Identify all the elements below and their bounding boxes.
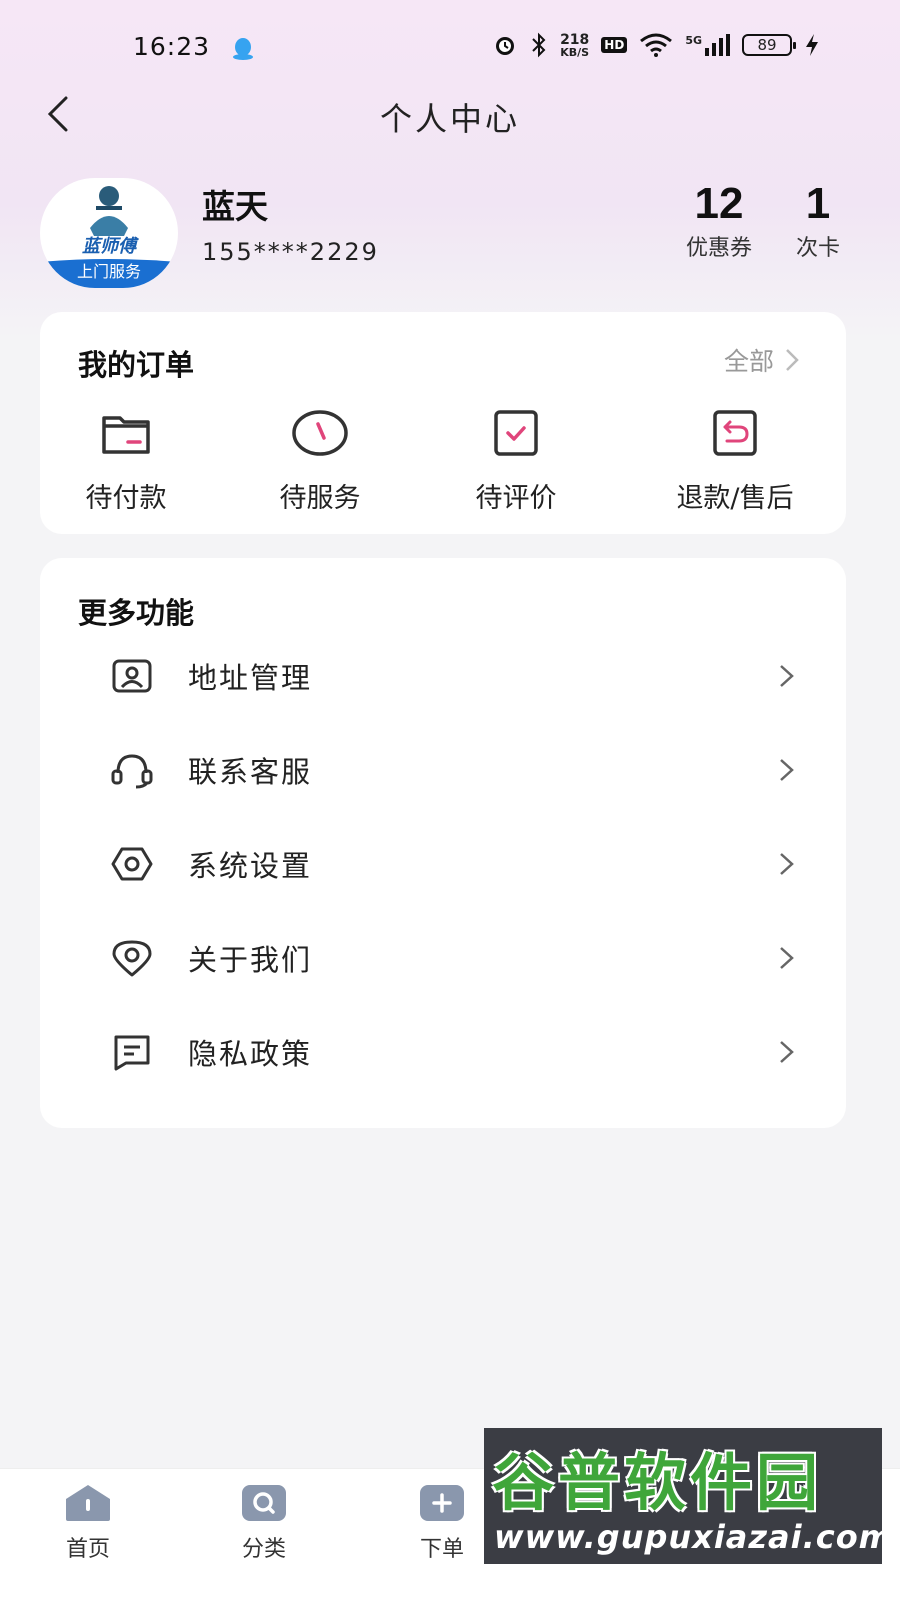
- wifi-icon: [640, 33, 673, 57]
- avatar-brand-text: 蓝师傅: [82, 236, 136, 257]
- menu-item-about-us-label: 关于我们: [188, 943, 313, 977]
- tab-place-order[interactable]: 下单: [392, 1483, 492, 1563]
- status-time: 16:23: [133, 32, 211, 61]
- page-title: 个人中心: [379, 100, 520, 138]
- more-functions-card: 更多功能 地址管理 联系客服 系统设置 关于我们 隐私政策: [40, 558, 846, 1128]
- clock-icon: [292, 410, 348, 456]
- order-pending-review[interactable]: 待评价: [466, 408, 566, 515]
- chevron-right-icon: [780, 665, 794, 687]
- signal-icon: [705, 34, 730, 56]
- my-orders-card: 我的订单 全部 待付款 待服务 待评价 退款/售后: [40, 312, 846, 534]
- hd-badge: HD: [601, 37, 628, 53]
- coupon-stat[interactable]: 12 优惠券: [676, 180, 762, 262]
- my-orders-title: 我的订单: [78, 348, 195, 382]
- see-all-orders-link[interactable]: 全部: [724, 342, 800, 378]
- avatar[interactable]: 蓝师傅 上门服务: [40, 178, 178, 288]
- punch-card-label: 次卡: [795, 236, 840, 261]
- chevron-right-icon: [786, 349, 799, 371]
- user-phone: 155****2229: [202, 238, 379, 266]
- watermark-logo-text: 谷普软件园: [492, 1446, 823, 1519]
- document-icon: [114, 1035, 150, 1071]
- status-bar: 16:23 218 KB/S HD 5G 89: [0, 28, 900, 68]
- watermark-url: www.gupuxiazai.com: [494, 1518, 882, 1556]
- check-box-icon: [494, 410, 538, 456]
- location-pin-icon: [112, 940, 152, 977]
- avatar-tagline: 上门服务: [76, 262, 141, 281]
- order-refund-aftersale-label: 退款/售后: [676, 483, 794, 514]
- menu-item-about-us[interactable]: 关于我们: [108, 926, 798, 990]
- chevron-right-icon: [780, 1041, 794, 1063]
- menu-item-settings[interactable]: 系统设置: [108, 832, 798, 896]
- coupon-count: 12: [694, 179, 744, 228]
- tab-place-order-label: 下单: [419, 1537, 464, 1562]
- search-icon: [242, 1485, 286, 1521]
- menu-item-address[interactable]: 地址管理: [108, 644, 798, 708]
- network-speed-unit: KB/S: [560, 45, 590, 59]
- tab-home-label: 首页: [65, 1537, 110, 1562]
- order-pending-payment[interactable]: 待付款: [76, 408, 176, 515]
- punch-card-count: 1: [805, 179, 831, 228]
- menu-item-customer-service[interactable]: 联系客服: [108, 738, 798, 802]
- network-speed-value: 218: [560, 31, 590, 48]
- alarm-icon: [496, 37, 515, 55]
- menu-item-customer-service-label: 联系客服: [188, 755, 313, 789]
- chevron-right-icon: [780, 759, 794, 781]
- network-type: 5G: [685, 34, 702, 47]
- order-pending-payment-label: 待付款: [85, 483, 167, 514]
- order-pending-review-label: 待评价: [475, 483, 557, 514]
- see-all-label: 全部: [723, 347, 774, 376]
- punch-card-stat[interactable]: 1 次卡: [788, 180, 848, 262]
- bluetooth-icon: [532, 32, 546, 58]
- menu-item-address-label: 地址管理: [188, 661, 313, 695]
- battery-indicator: 89: [742, 34, 796, 56]
- tab-home[interactable]: 首页: [38, 1483, 138, 1563]
- site-watermark: 谷普软件园 www.gupuxiazai.com: [484, 1428, 882, 1564]
- signal-strength: 5G: [685, 34, 730, 56]
- return-icon: [713, 410, 757, 456]
- tab-category-label: 分类: [241, 1537, 286, 1562]
- address-card-icon: [112, 659, 152, 693]
- order-pending-service-label: 待服务: [279, 483, 361, 514]
- headset-icon: [111, 754, 153, 789]
- wallet-icon: [102, 416, 150, 454]
- status-icons: 218 KB/S HD 5G 89: [492, 32, 820, 58]
- user-name: 蓝天: [202, 187, 268, 226]
- home-icon: [66, 1485, 110, 1521]
- tab-category[interactable]: 分类: [214, 1483, 314, 1563]
- menu-item-privacy-policy-label: 隐私政策: [188, 1037, 313, 1071]
- chevron-right-icon: [780, 853, 794, 875]
- chevron-right-icon: [780, 947, 794, 969]
- settings-hexagon-icon: [111, 847, 153, 881]
- more-functions-title: 更多功能: [78, 596, 195, 630]
- menu-item-settings-label: 系统设置: [188, 849, 313, 883]
- plus-icon: [420, 1485, 464, 1521]
- order-pending-service[interactable]: 待服务: [270, 408, 370, 515]
- network-speed: 218 KB/S: [560, 33, 589, 58]
- charging-icon: [806, 34, 818, 56]
- menu-item-privacy-policy[interactable]: 隐私政策: [108, 1020, 798, 1084]
- qq-icon: [233, 38, 253, 60]
- coupon-label: 优惠券: [685, 236, 752, 261]
- order-refund-aftersale[interactable]: 退款/售后: [660, 408, 810, 515]
